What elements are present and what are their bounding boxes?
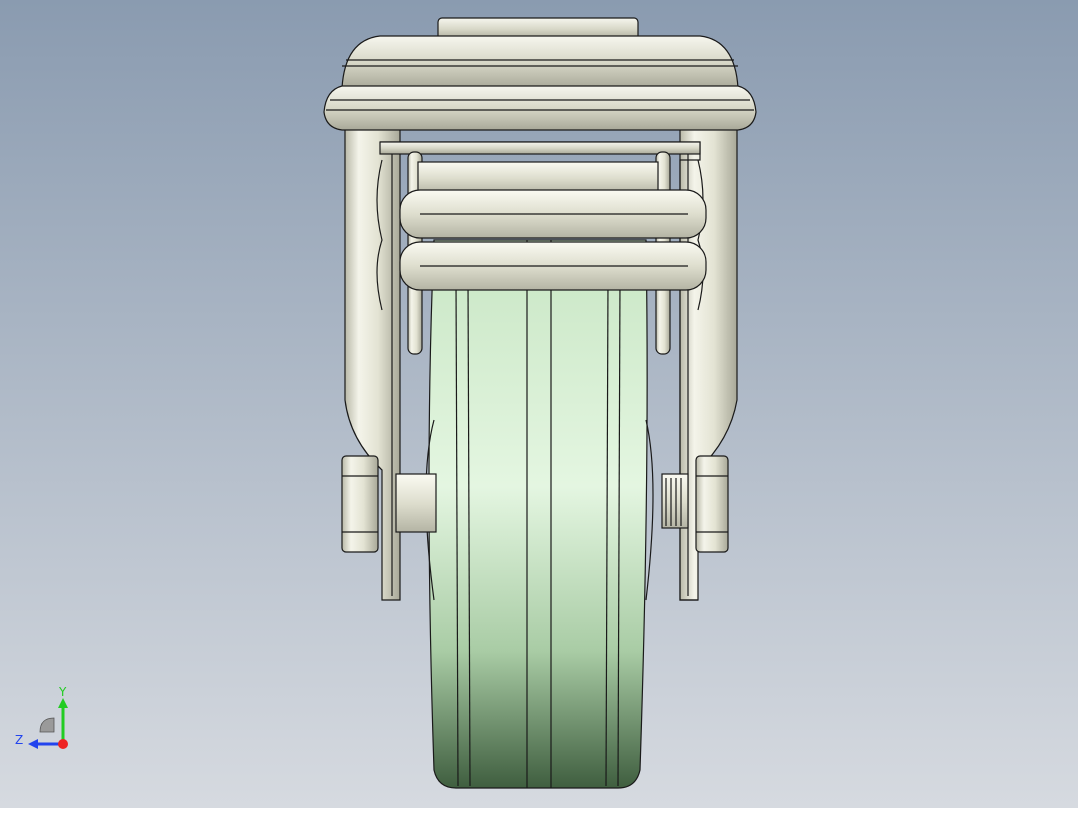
hex-nut-left xyxy=(341,455,379,553)
axle-shaft-left xyxy=(395,473,437,533)
hex-nut-right xyxy=(695,455,729,553)
swivel-flange xyxy=(323,85,757,131)
caster-model-canvas[interactable] xyxy=(0,0,1078,808)
triad-plane-icon xyxy=(39,717,55,733)
cad-viewport[interactable] xyxy=(0,0,1078,808)
triad-z-arrow-icon xyxy=(28,739,38,749)
wheel-tread xyxy=(428,239,648,789)
triad-y-label: Y xyxy=(58,685,67,699)
swivel-dome xyxy=(341,35,739,89)
axle-nut-right xyxy=(695,455,729,553)
triad-x-axis-dot xyxy=(58,739,68,749)
triad-z-label: Z xyxy=(15,733,23,747)
triad-y-arrow-icon xyxy=(58,698,68,708)
brake-top-plate xyxy=(379,141,701,155)
orientation-triad[interactable]: Y Z xyxy=(10,684,80,754)
brake-pedal-bar xyxy=(417,161,659,195)
wheel xyxy=(425,239,654,789)
axle-nut-left xyxy=(341,455,379,553)
